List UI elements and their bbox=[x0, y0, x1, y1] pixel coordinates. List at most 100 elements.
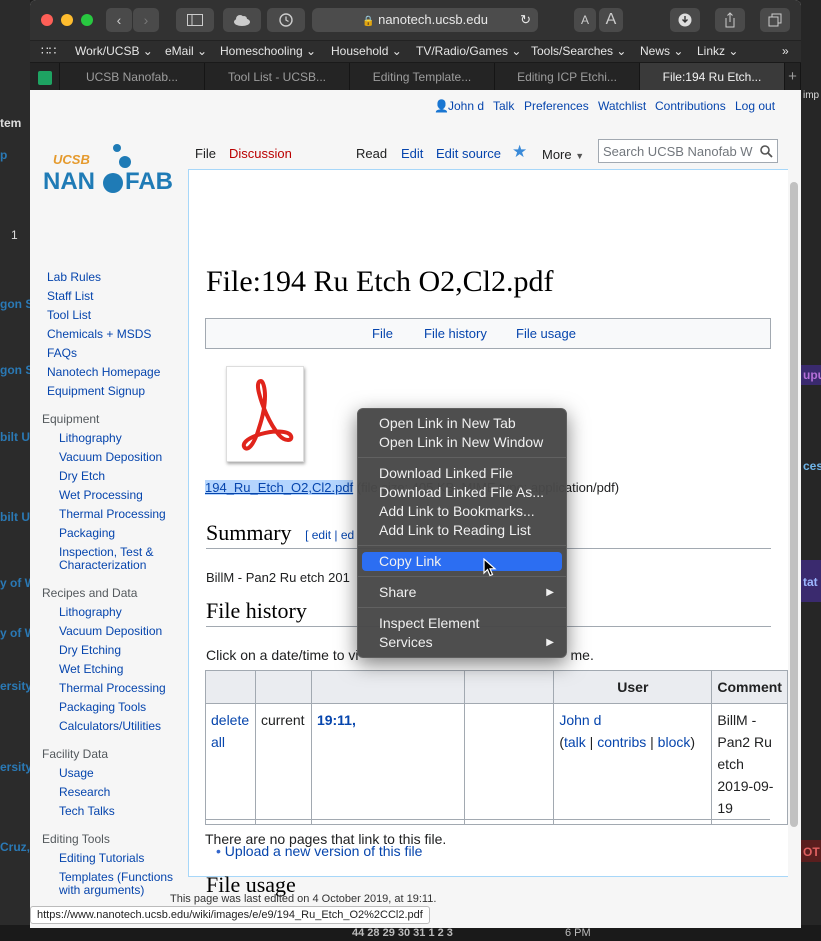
menu-item-download-linked-file-as[interactable]: Download Linked File As... bbox=[362, 483, 562, 502]
browser-tab[interactable]: Editing ICP Etchi... bbox=[495, 63, 640, 91]
sidebar-link[interactable]: Templates (Functions with arguments) bbox=[59, 871, 181, 897]
bookmark-folder[interactable]: Tools/Searches ⌄ bbox=[531, 44, 626, 58]
user-block-link[interactable]: block bbox=[658, 734, 691, 750]
bookmark-folder[interactable]: Homeschooling ⌄ bbox=[220, 44, 316, 58]
bookmark-folder[interactable]: TV/Radio/Games ⌄ bbox=[416, 44, 521, 58]
more-menu[interactable]: More ▼ bbox=[542, 147, 584, 162]
sidebar-link[interactable]: Thermal Processing bbox=[59, 508, 166, 521]
bookmark-folder[interactable]: Work/UCSB ⌄ bbox=[75, 44, 153, 58]
divider bbox=[205, 819, 770, 820]
toc-link[interactable]: File usage bbox=[516, 326, 576, 341]
sidebar-link[interactable]: Tech Talks bbox=[59, 805, 115, 818]
sidebar-link[interactable]: Calculators/Utilities bbox=[59, 720, 161, 733]
menu-item-copy-link[interactable]: Copy Link bbox=[362, 552, 562, 571]
sidebar-link[interactable]: Inspection, Test & Characterization bbox=[59, 546, 164, 572]
file-link[interactable]: 194_Ru_Etch_O2,Cl2.pdf bbox=[205, 480, 354, 495]
user-link[interactable]: John d bbox=[448, 99, 484, 113]
contributions-link[interactable]: Contributions bbox=[655, 99, 726, 113]
toc-link[interactable]: File bbox=[372, 326, 393, 341]
delete-link[interactable]: delete bbox=[211, 712, 249, 728]
sidebar-link[interactable]: Dry Etching bbox=[59, 644, 121, 657]
downloads-button[interactable] bbox=[670, 8, 700, 32]
watch-star-icon[interactable]: ★ bbox=[512, 142, 527, 162]
browser-tab[interactable]: Tool List - UCSB... bbox=[205, 63, 350, 91]
table-cell: delete all bbox=[205, 703, 256, 825]
browser-tab-active[interactable]: File:194 Ru Etch... bbox=[640, 63, 785, 91]
sidebar-link[interactable]: Dry Etch bbox=[59, 470, 105, 483]
sidebar-link[interactable]: Packaging bbox=[59, 527, 115, 540]
bookmark-folder[interactable]: Linkz ⌄ bbox=[697, 44, 738, 58]
tab-file[interactable]: File bbox=[195, 146, 216, 161]
sidebar-toggle-button[interactable] bbox=[176, 8, 214, 32]
logout-link[interactable]: Log out bbox=[735, 99, 775, 113]
search-icon[interactable] bbox=[760, 145, 773, 158]
sidebar-link[interactable]: Lab Rules bbox=[47, 270, 101, 284]
history-button[interactable] bbox=[267, 8, 305, 32]
close-window-button[interactable] bbox=[41, 14, 53, 26]
pinned-tab[interactable] bbox=[30, 63, 60, 91]
sidebar-link[interactable]: Chemicals + MSDS bbox=[47, 327, 151, 341]
user-talk-link[interactable]: talk bbox=[564, 734, 586, 750]
sidebar-link[interactable]: Editing Tutorials bbox=[59, 852, 144, 865]
sidebar-link[interactable]: Nanotech Homepage bbox=[47, 365, 160, 379]
address-bar[interactable]: 🔒 nanotech.ucsb.edu ↻ bbox=[312, 8, 538, 32]
delete-all-link[interactable]: all bbox=[211, 734, 225, 750]
tab-discussion[interactable]: Discussion bbox=[229, 146, 292, 161]
menu-item-services[interactable]: Services ▶ bbox=[362, 633, 562, 652]
icloud-tabs-button[interactable] bbox=[223, 8, 261, 32]
new-tab-button[interactable]: + bbox=[785, 63, 801, 91]
sidebar-link[interactable]: FAQs bbox=[47, 346, 77, 360]
more-bookmarks-icon[interactable]: » bbox=[782, 44, 789, 58]
bookmark-folder[interactable]: eMail ⌄ bbox=[165, 44, 207, 58]
reload-icon[interactable]: ↻ bbox=[520, 8, 531, 32]
menu-item-download-linked-file[interactable]: Download Linked File bbox=[362, 464, 562, 483]
browser-tab[interactable]: UCSB Nanofab... bbox=[60, 63, 205, 91]
menu-item-open-new-tab[interactable]: Open Link in New Tab bbox=[362, 414, 562, 433]
edit-section-link[interactable]: [ edit | ed bbox=[305, 528, 354, 542]
site-logo[interactable]: UCSB NAN FAB bbox=[43, 142, 178, 197]
sidebar-link[interactable]: Thermal Processing bbox=[59, 682, 166, 695]
tab-read[interactable]: Read bbox=[356, 146, 387, 161]
tab-edit[interactable]: Edit bbox=[401, 146, 423, 161]
sidebar-link[interactable]: Usage bbox=[59, 767, 94, 780]
watchlist-link[interactable]: Watchlist bbox=[598, 99, 646, 113]
datetime-link[interactable]: 19:11, bbox=[317, 712, 356, 728]
talk-link[interactable]: Talk bbox=[493, 99, 514, 113]
minimize-window-button[interactable] bbox=[61, 14, 73, 26]
sidebar-link[interactable]: Equipment Signup bbox=[47, 384, 145, 398]
sidebar-link[interactable]: Lithography bbox=[59, 432, 122, 445]
forward-button[interactable]: › bbox=[133, 8, 159, 32]
search-input[interactable]: Search UCSB Nanofab W bbox=[598, 139, 778, 163]
sidebar-link[interactable]: Packaging Tools bbox=[59, 701, 146, 714]
menu-item-share[interactable]: Share ▶ bbox=[362, 583, 562, 602]
zoom-window-button[interactable] bbox=[81, 14, 93, 26]
menu-item-add-to-reading-list[interactable]: Add Link to Reading List bbox=[362, 521, 562, 540]
browser-tab[interactable]: Editing Template... bbox=[350, 63, 495, 91]
toc-link[interactable]: File history bbox=[424, 326, 487, 341]
tab-overview-button[interactable] bbox=[760, 8, 790, 32]
grid-icon[interactable]: ∷∷ bbox=[41, 44, 56, 58]
menu-item-inspect-element[interactable]: Inspect Element bbox=[362, 614, 562, 633]
text-smaller-button[interactable]: A bbox=[574, 8, 596, 32]
sidebar-link[interactable]: Wet Etching bbox=[59, 663, 123, 676]
sidebar-link[interactable]: Vacuum Deposition bbox=[59, 625, 162, 638]
preferences-link[interactable]: Preferences bbox=[524, 99, 589, 113]
share-button[interactable] bbox=[715, 8, 745, 32]
text-larger-button[interactable]: A bbox=[599, 8, 623, 32]
bookmark-folder[interactable]: Household ⌄ bbox=[331, 44, 402, 58]
page-scrollbar[interactable] bbox=[790, 182, 798, 827]
menu-item-open-new-window[interactable]: Open Link in New Window bbox=[362, 433, 562, 452]
sidebar-link[interactable]: Research bbox=[59, 786, 110, 799]
back-button[interactable]: ‹ bbox=[106, 8, 132, 32]
sidebar-link[interactable]: Wet Processing bbox=[59, 489, 143, 502]
tab-edit-source[interactable]: Edit source bbox=[436, 146, 501, 161]
sidebar-link[interactable]: Lithography bbox=[59, 606, 122, 619]
sidebar-link[interactable]: Tool List bbox=[47, 308, 91, 322]
user-link[interactable]: John d bbox=[559, 712, 601, 728]
user-contribs-link[interactable]: contribs bbox=[597, 734, 646, 750]
bookmark-folder[interactable]: News ⌄ bbox=[640, 44, 683, 58]
sidebar-link[interactable]: Staff List bbox=[47, 289, 93, 303]
sidebar-link[interactable]: Vacuum Deposition bbox=[59, 451, 162, 464]
pdf-thumbnail[interactable] bbox=[226, 366, 304, 462]
menu-item-add-to-bookmarks[interactable]: Add Link to Bookmarks... bbox=[362, 502, 562, 521]
